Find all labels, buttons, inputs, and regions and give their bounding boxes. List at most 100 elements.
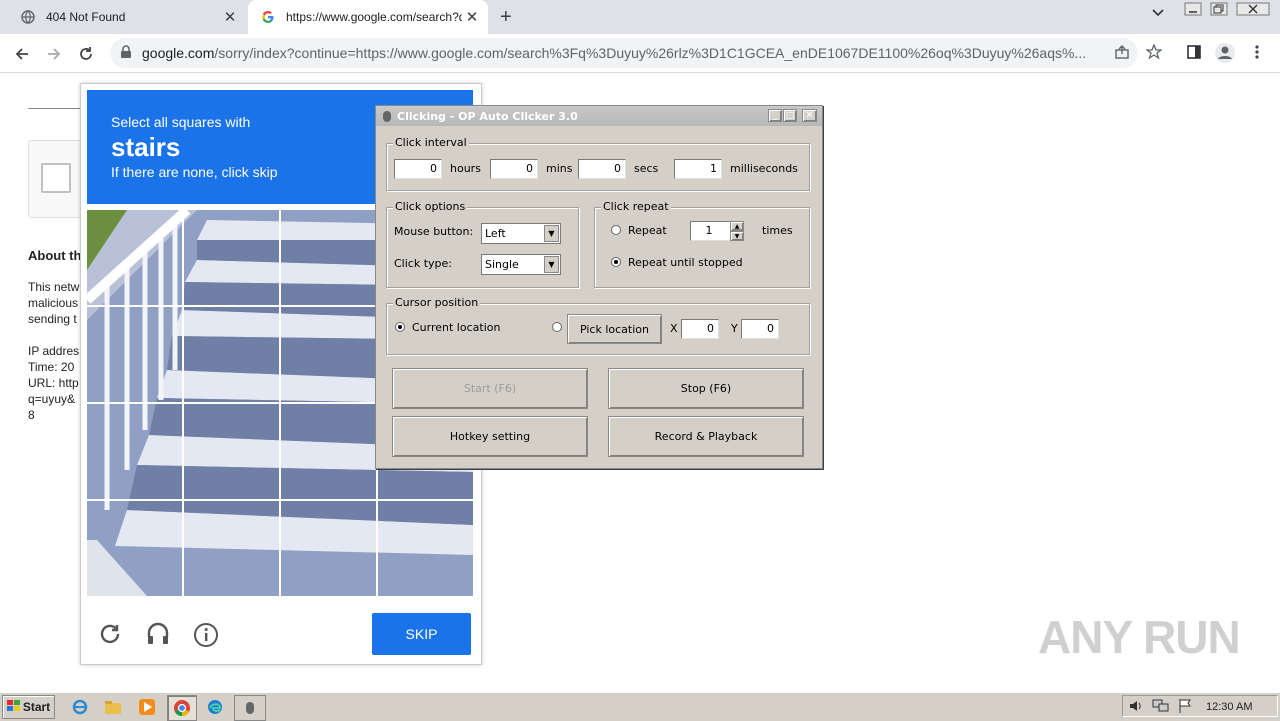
reload-challenge-icon[interactable] (98, 622, 122, 649)
volume-icon[interactable] (1128, 698, 1144, 717)
restore-icon[interactable] (1210, 2, 1228, 19)
repeat-label: Repeat (628, 224, 667, 237)
repeat-radio[interactable] (611, 225, 621, 235)
chevron-down-icon: ▼ (544, 225, 559, 242)
mins-field[interactable]: 0 (490, 159, 538, 179)
lock-icon[interactable] (120, 45, 132, 62)
start-label: Start (22, 700, 51, 714)
times-label: times (762, 224, 793, 237)
side-panel-icon[interactable] (1186, 44, 1202, 63)
autoclicker-taskbar-icon[interactable] (234, 695, 266, 721)
minimize-button[interactable]: _ (768, 109, 782, 122)
chevron-down-icon[interactable] (1152, 8, 1164, 20)
milliseconds-field[interactable]: 1 (674, 159, 722, 179)
mins-label: mins (546, 162, 573, 175)
back-icon[interactable] (10, 42, 34, 66)
system-tray (1122, 695, 1278, 717)
file-explorer-icon[interactable] (103, 697, 123, 717)
spin-down-icon[interactable]: ▼ (730, 231, 744, 241)
recaptcha-checkbox[interactable] (41, 163, 71, 193)
y-label: Y (731, 322, 738, 335)
pick-location-radio[interactable] (552, 322, 562, 332)
x-label: X (670, 322, 678, 335)
info-icon[interactable] (193, 622, 219, 651)
group-label: Click interval (393, 136, 469, 149)
hotkey-setting-button[interactable]: Hotkey setting (392, 416, 588, 457)
reload-icon[interactable] (74, 42, 98, 66)
mouse-icon (382, 110, 392, 126)
tab-title: https://www.google.com/search?q= (286, 10, 462, 24)
group-label: Cursor position (393, 296, 481, 309)
page-line: sending t (28, 312, 77, 326)
x-field[interactable]: 0 (681, 319, 719, 339)
divider (28, 108, 80, 109)
audio-challenge-icon[interactable] (145, 621, 171, 650)
secs-field[interactable]: 0 (578, 159, 626, 179)
chrome-taskbar-icon[interactable] (167, 695, 197, 721)
mouse-button-select[interactable]: Left ▼ (481, 223, 561, 244)
globe-icon (20, 9, 36, 25)
title-bar[interactable]: Clicking - OP Auto Clicker 3.0 _ □ ✕ (376, 106, 822, 126)
share-icon[interactable] (1114, 44, 1130, 63)
network-icon[interactable] (1152, 698, 1170, 717)
hours-field[interactable]: 0 (394, 159, 442, 179)
stop-button[interactable]: Stop (F6) (608, 368, 804, 409)
repeat-count-field[interactable]: 1 (690, 221, 732, 241)
close-window-icon[interactable] (1236, 2, 1270, 19)
group-label: Click options (393, 200, 468, 213)
anyrun-watermark: ANY RUN (1038, 611, 1241, 663)
profile-avatar-icon[interactable] (1214, 42, 1236, 67)
mouse-button-label: Mouse button: (394, 225, 474, 238)
tab-404[interactable]: 404 Not Found ✕ (8, 0, 246, 34)
media-player-icon[interactable] (137, 697, 157, 717)
click-options-group (386, 207, 579, 288)
y-field[interactable]: 0 (741, 319, 779, 339)
captcha-hint: If there are none, click skip (111, 164, 278, 180)
repeat-until-stopped-label: Repeat until stopped (628, 256, 743, 269)
repeat-until-stopped-radio[interactable] (611, 257, 621, 267)
click-type-value: Single (485, 258, 519, 271)
captcha-target: stairs (111, 132, 181, 162)
page-line: malicious (28, 296, 79, 310)
forward-icon[interactable] (42, 42, 66, 66)
edge-icon[interactable] (205, 697, 225, 717)
auto-clicker-window: Clicking - OP Auto Clicker 3.0 _ □ ✕ Cli… (375, 105, 823, 469)
window-title: Clicking - OP Auto Clicker 3.0 (397, 110, 578, 123)
clock: 12:30 AM (1206, 701, 1253, 713)
close-button[interactable]: ✕ (802, 109, 817, 122)
start-button-taskbar[interactable]: Start (2, 695, 55, 719)
secs-label: secs (634, 162, 659, 175)
page-line: URL: http (28, 376, 79, 390)
record-playback-button[interactable]: Record & Playback (608, 416, 804, 457)
new-tab-icon[interactable]: + (500, 6, 512, 29)
url-path: /sorry/index?continue=https://www.google… (214, 45, 1087, 61)
internet-explorer-icon[interactable] (70, 697, 90, 717)
mouse-button-value: Left (485, 227, 506, 240)
maximize-button[interactable]: □ (783, 109, 797, 122)
about-heading: About th (28, 248, 82, 263)
current-location-radio[interactable] (395, 322, 405, 332)
spin-up-icon[interactable]: ▲ (730, 221, 744, 231)
captcha-instruction: Select all squares with (111, 114, 251, 130)
current-location-label: Current location (412, 321, 501, 334)
page-line: IP addres (28, 344, 80, 358)
close-tab-icon[interactable]: ✕ (462, 8, 482, 26)
group-label: Click repeat (601, 200, 671, 213)
pick-location-button[interactable]: Pick location (567, 314, 662, 344)
hours-label: hours (450, 162, 481, 175)
click-type-select[interactable]: Single ▼ (481, 254, 561, 275)
skip-button[interactable]: SKIP (372, 613, 471, 655)
tab-google[interactable]: https://www.google.com/search?q= ✕ (248, 0, 488, 34)
close-tab-icon[interactable]: ✕ (220, 8, 240, 26)
google-icon (260, 9, 276, 25)
chevron-down-icon: ▼ (544, 256, 559, 273)
minimize-icon[interactable] (1184, 2, 1202, 19)
action-center-flag-icon[interactable] (1178, 698, 1192, 717)
start-button[interactable]: Start (F6) (392, 368, 588, 409)
url-host: google.com (142, 45, 215, 61)
url-text[interactable]: google.com/sorry/index?continue=https://… (142, 45, 1086, 61)
bookmark-star-icon[interactable] (1145, 43, 1163, 63)
tab-title: 404 Not Found (46, 10, 126, 24)
click-type-label: Click type: (394, 257, 452, 270)
kebab-menu-icon[interactable] (1254, 44, 1260, 63)
